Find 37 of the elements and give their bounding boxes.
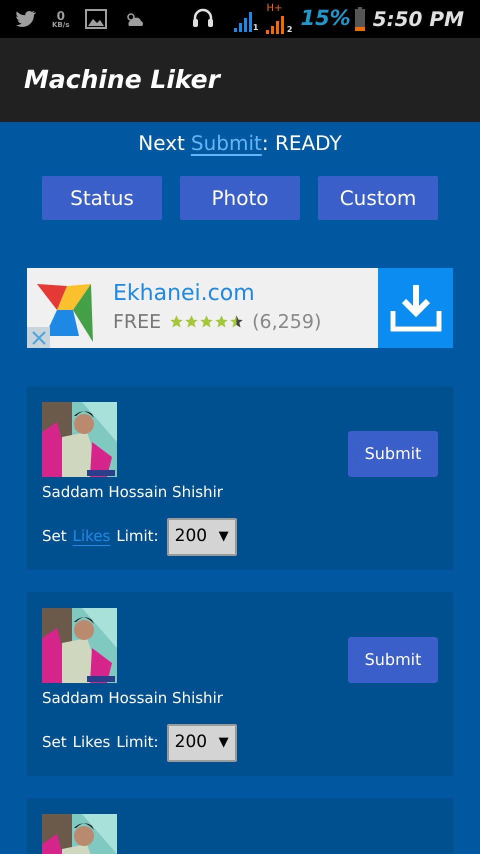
app-title: Machine Liker	[24, 64, 220, 96]
image-icon	[85, 9, 108, 29]
limit-label: Limit:	[116, 526, 159, 548]
ad-title: Ekhanei.com	[113, 280, 256, 308]
download-icon	[390, 283, 442, 333]
tab-button[interactable]: Photo	[180, 176, 300, 220]
ad-price: FREE	[113, 310, 162, 334]
submit-button[interactable]: Submit	[348, 431, 438, 477]
sim-number: 1	[252, 24, 258, 32]
sim-number: 2	[286, 26, 292, 34]
battery-icon	[354, 7, 365, 31]
net-speed: 0	[56, 10, 65, 22]
status-text: : READY	[262, 130, 342, 157]
limit-dropdown[interactable]: 200 ▼	[166, 518, 237, 556]
status-prefix: Next	[138, 130, 185, 157]
close-button[interactable]	[27, 327, 50, 348]
bird-icon	[16, 10, 36, 28]
clock: 5:50 PM	[372, 6, 464, 33]
limit-label: Set	[42, 526, 67, 548]
signal-icon	[266, 16, 284, 34]
submit-link[interactable]: Submit	[190, 128, 262, 158]
submit-button[interactable]: Submit	[348, 637, 438, 683]
signal-icon	[234, 12, 252, 32]
rating-count: (6,259)	[252, 310, 322, 334]
battery-percent: 15%	[300, 5, 351, 32]
limit-dropdown[interactable]: 200 ▼	[166, 724, 237, 762]
ad-banner[interactable]: Ekhanei.com FREE (6,259)	[27, 268, 453, 348]
tab-button[interactable]: Status	[42, 176, 162, 220]
tab-button[interactable]: Custom	[318, 176, 438, 220]
limit-label: Limit:	[116, 732, 159, 754]
network-type: H+	[266, 4, 282, 14]
close-icon	[32, 330, 46, 344]
limit-label: Likes	[72, 732, 110, 754]
user-name: Saddam Hossain Shishir	[42, 482, 224, 503]
download-button[interactable]	[378, 268, 453, 348]
limit-label: Set	[42, 732, 67, 754]
user-name: Saddam Hossain Shishir	[42, 688, 224, 709]
